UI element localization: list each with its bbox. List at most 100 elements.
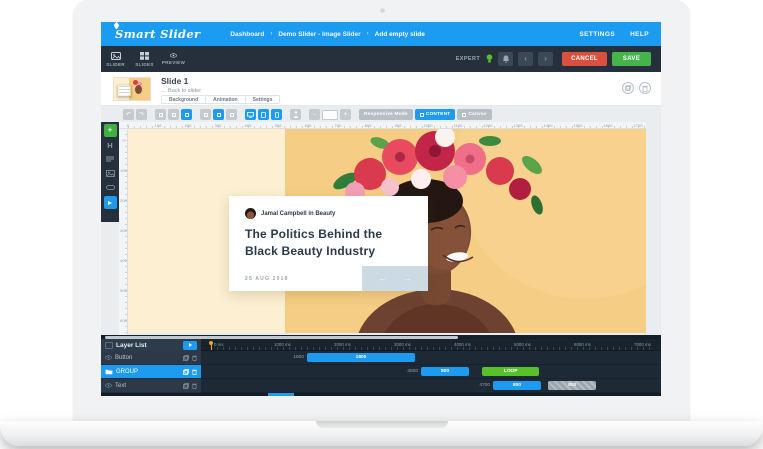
slides-grid-icon [140, 51, 149, 60]
settings-link[interactable]: SETTINGS [579, 31, 615, 38]
timeline-bar-800[interactable]: 800 [421, 367, 469, 376]
text-layer-button[interactable] [104, 154, 117, 165]
timeline-bar-800[interactable]: 800 [548, 381, 597, 390]
layer-item-button[interactable]: Button [101, 351, 201, 365]
slide-text-card[interactable]: Jamal Campbell in Beauty The Politics Be… [229, 196, 428, 291]
prev-arrow-button[interactable]: ← [378, 274, 387, 283]
expert-label: EXPERT [455, 56, 481, 62]
save-button[interactable]: SAVE [611, 52, 651, 66]
duplicate-slide-button[interactable] [622, 82, 634, 94]
tab-settings[interactable]: Settings [244, 95, 281, 104]
add-content-button[interactable]: CONTENT [414, 109, 456, 120]
tab-animation[interactable]: Animation [205, 95, 246, 104]
slider-settings-button[interactable]: SLIDER [101, 46, 130, 72]
thumbnail-card [117, 84, 132, 97]
layer-window-button[interactable] [213, 109, 224, 120]
delete-slide-button[interactable] [639, 82, 651, 94]
timeline-track[interactable]: 4700 800 800 [201, 379, 661, 393]
timeline-ruler[interactable]: 0 ms 1000 ms 2000 ms 3000 ms 4000 ms 5000 ms 6… [201, 339, 661, 351]
v-ruler-tick-label: 0 [122, 138, 125, 143]
layer-row-actions [183, 382, 197, 389]
timeline-play-button[interactable] [183, 340, 197, 350]
timeline-track[interactable]: 1600 1800 [201, 351, 661, 365]
trash-icon[interactable] [192, 383, 197, 389]
image-layer-button[interactable] [104, 168, 117, 179]
heading-layer-button[interactable]: H [104, 140, 117, 151]
zoom-in-button[interactable]: + [340, 109, 351, 120]
slide-canvas[interactable]: Jamal Campbell in Beauty The Politics Be… [128, 129, 646, 333]
canvas-mode-button[interactable]: Canvas [457, 109, 492, 120]
responsive-mode-button[interactable]: Responsive Mode [359, 109, 413, 120]
visibility-eye-icon[interactable] [105, 383, 112, 388]
layer-list-icon [105, 341, 113, 349]
author-name: Jamal Campbell in Beauty [261, 210, 336, 217]
tab-background[interactable]: Background [161, 95, 207, 104]
slide-thumbnail[interactable] [113, 77, 151, 101]
timeline-rows: Button 1600 1800 GROUP 3500 800 LOOP Tex… [101, 351, 661, 393]
webcam-dot [379, 8, 385, 13]
v-ruler-tick-label: 200 [120, 198, 127, 203]
zoom-value-field[interactable] [322, 109, 338, 120]
device-desktop-button[interactable] [245, 109, 256, 120]
ruler-toggle-button[interactable] [155, 109, 166, 120]
next-arrow-button[interactable]: → [403, 274, 412, 283]
video-layer-button-selected[interactable] [103, 196, 117, 209]
bell-icon [502, 55, 509, 63]
card-headline[interactable]: The Politics Behind the Black Beauty Ind… [245, 226, 382, 260]
add-layer-button[interactable]: + [103, 124, 117, 137]
breadcrumb-separator: › [366, 31, 369, 37]
animation-delay-label: 4700 [479, 382, 490, 388]
accessibility-button[interactable] [290, 109, 301, 120]
expert-bulb-toggle-icon[interactable] [486, 54, 493, 64]
h-ruler-tick-label: 1200 [483, 123, 493, 128]
app-logo[interactable]: Smart Slider [113, 22, 200, 41]
timeline-bar-loop[interactable]: LOOP [482, 367, 540, 376]
previous-slide-button[interactable]: ‹ [518, 52, 534, 66]
horizontal-ruler: 0 100 200 300 400 500 600 700 800 900 1000 1100 1200… [119, 122, 646, 129]
undo-button[interactable]: ↶ [123, 109, 134, 120]
next-slide-button[interactable]: › [538, 52, 554, 66]
layer-list-title: Layer List [116, 341, 147, 349]
trash-icon[interactable] [192, 369, 197, 375]
timeline-bar-800[interactable]: 800 [493, 381, 541, 390]
canvas-toolbar: ↶ ↷ − + Responsive Mode CONTENT Canvas [123, 108, 492, 121]
guides-toggle-button[interactable] [168, 109, 179, 120]
breadcrumb-slider[interactable]: Demo Slider - Image Slider [278, 31, 360, 38]
zoom-out-button[interactable]: − [309, 109, 320, 120]
timeline-track[interactable]: 3500 800 LOOP [201, 365, 661, 379]
breadcrumb-add-empty-slide[interactable]: Add empty slide [375, 31, 425, 38]
timeline-bar-1800[interactable]: 1800 [307, 353, 415, 362]
back-to-slider-link[interactable]: ← Back to slider [161, 88, 201, 94]
layer-type-sidebar: + H [101, 122, 119, 222]
play-icon [188, 343, 192, 347]
redo-button[interactable]: ↷ [136, 109, 147, 120]
duplicate-icon[interactable] [183, 354, 189, 361]
snap-icon [184, 112, 189, 117]
preview-button[interactable]: PREVIEW [159, 46, 188, 72]
slider-icon [110, 51, 121, 60]
breadcrumb-dashboard[interactable]: Dashboard [230, 31, 264, 38]
h-ruler-tick-label: 1500 [573, 123, 583, 128]
trash-icon[interactable] [192, 355, 197, 361]
button-layer-button[interactable] [104, 182, 117, 193]
cancel-button[interactable]: CANCEL [562, 52, 607, 66]
slides-button[interactable]: SLIDES [130, 46, 159, 72]
grid-toggle-button[interactable] [200, 109, 211, 120]
visibility-eye-icon[interactable] [105, 355, 112, 360]
h-ruler-tick-label: 700 [334, 123, 342, 128]
layer-row-actions [183, 354, 197, 361]
snap-toggle-button[interactable] [181, 109, 192, 120]
topbar-links: SETTINGS HELP [579, 31, 649, 38]
device-mobile-button[interactable] [271, 109, 282, 120]
layer-item-text[interactable]: Text [101, 379, 201, 393]
layer-window-icon [216, 112, 221, 117]
duplicate-icon[interactable] [183, 368, 189, 375]
duplicate-icon[interactable] [183, 382, 189, 389]
help-link[interactable]: HELP [630, 31, 649, 38]
device-tablet-button[interactable] [258, 109, 269, 120]
layer-item-group[interactable]: GROUP [101, 365, 201, 379]
notifications-button[interactable] [498, 52, 514, 66]
chevron-right-icon: › [544, 54, 547, 63]
timeline-playhead[interactable] [209, 341, 213, 350]
overflow-toggle-button[interactable] [226, 109, 237, 120]
